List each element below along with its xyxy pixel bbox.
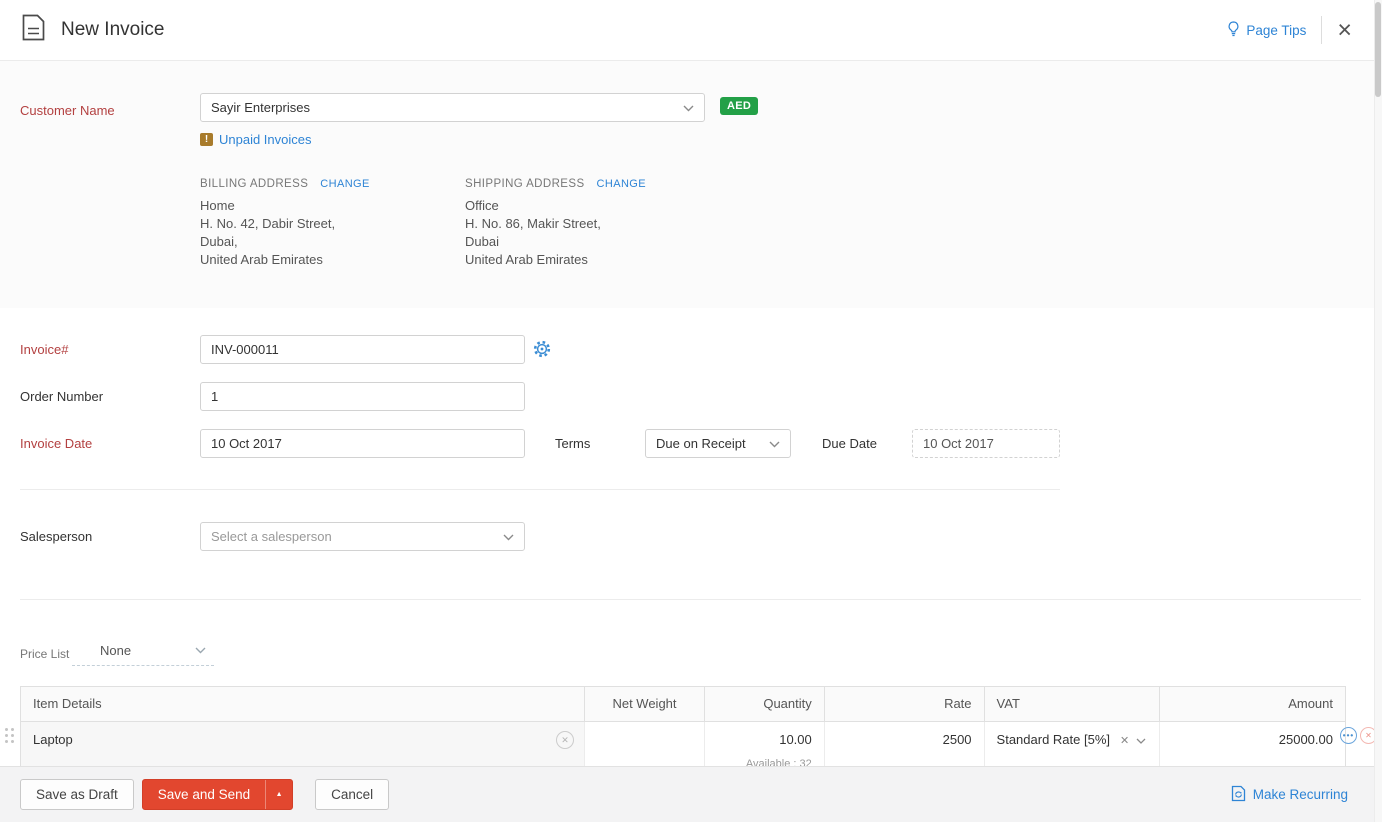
- shipping-address-heading: SHIPPING ADDRESS CHANGE: [465, 178, 646, 190]
- terms-select[interactable]: Due on Receipt: [645, 429, 791, 458]
- rate-cell[interactable]: 2500: [825, 722, 985, 766]
- terms-select-value: Due on Receipt: [656, 436, 769, 451]
- section-divider: [20, 599, 1361, 600]
- new-invoice-page: New Invoice Page Tips × Customer Name Sa…: [0, 0, 1382, 822]
- column-header-rate: Rate: [825, 687, 985, 721]
- shipping-address-block: SHIPPING ADDRESS CHANGE Office H. No. 86,…: [465, 178, 646, 269]
- billing-address-title: BILLING ADDRESS: [200, 178, 308, 190]
- line-items-table: Item Details Net Weight Quantity Rate VA…: [20, 686, 1346, 766]
- page-title: New Invoice: [61, 19, 165, 41]
- chevron-down-icon: [195, 641, 206, 659]
- customer-select[interactable]: Sayir Enterprises: [200, 93, 705, 122]
- table-header-row: Item Details Net Weight Quantity Rate VA…: [20, 686, 1346, 722]
- header-divider: [1321, 16, 1322, 44]
- billing-address-heading: BILLING ADDRESS CHANGE: [200, 178, 370, 190]
- unpaid-invoices-link[interactable]: ! Unpaid Invoices: [200, 132, 312, 147]
- invoice-date-label: Invoice Date: [20, 436, 92, 451]
- price-list-value: None: [100, 643, 131, 658]
- lightbulb-icon: [1227, 21, 1240, 40]
- order-number-input[interactable]: [200, 382, 525, 411]
- column-header-quantity: Quantity: [705, 687, 825, 721]
- item-name: Laptop: [33, 732, 73, 747]
- clear-item-icon[interactable]: ✕: [556, 731, 574, 749]
- order-number-label: Order Number: [20, 389, 103, 404]
- shipping-address-line: H. No. 86, Makir Street,: [465, 215, 646, 233]
- shipping-address-title: SHIPPING ADDRESS: [465, 178, 585, 190]
- billing-address-line: Home: [200, 197, 370, 215]
- vat-value: Standard Rate [5%]: [997, 732, 1110, 747]
- item-details-cell[interactable]: Laptop ✕: [21, 722, 585, 766]
- shipping-change-link[interactable]: CHANGE: [597, 178, 646, 190]
- invoice-number-label: Invoice#: [20, 342, 68, 357]
- chevron-down-icon: [769, 436, 780, 451]
- save-and-send-label: Save and Send: [143, 787, 265, 802]
- currency-badge: AED: [720, 97, 758, 115]
- salesperson-select[interactable]: Select a salesperson: [200, 522, 525, 551]
- page-tips-button[interactable]: Page Tips: [1227, 21, 1306, 40]
- terms-label: Terms: [555, 436, 590, 451]
- column-header-item-details: Item Details: [21, 687, 585, 721]
- clear-vat-icon[interactable]: ✕: [1120, 734, 1129, 747]
- invoice-document-icon: [22, 14, 45, 46]
- shipping-address-line: Dubai: [465, 233, 646, 251]
- vertical-scrollbar[interactable]: [1374, 0, 1382, 822]
- page-header: New Invoice Page Tips ×: [0, 0, 1374, 61]
- invoice-date-input[interactable]: [200, 429, 525, 458]
- warning-icon: !: [200, 133, 213, 146]
- row-drag-handle[interactable]: [5, 728, 14, 743]
- save-options-caret-icon[interactable]: ▲: [265, 780, 292, 809]
- due-date-input[interactable]: [912, 429, 1060, 458]
- unpaid-invoices-label: Unpaid Invoices: [219, 132, 312, 147]
- section-divider: [20, 489, 1060, 490]
- scrollbar-thumb[interactable]: [1375, 2, 1381, 97]
- column-header-vat: VAT: [985, 687, 1161, 721]
- row-actions: ••• ✕: [1340, 727, 1377, 744]
- row-more-options-icon[interactable]: •••: [1340, 727, 1357, 744]
- save-and-send-button[interactable]: Save and Send ▲: [142, 779, 293, 810]
- shipping-address-line: Office: [465, 197, 646, 215]
- billing-address-block: BILLING ADDRESS CHANGE Home H. No. 42, Da…: [200, 178, 370, 269]
- invoice-number-input[interactable]: [200, 335, 525, 364]
- price-list-label: Price List: [20, 647, 69, 661]
- customer-section: Customer Name Sayir Enterprises AED ! Un…: [0, 61, 1374, 308]
- quantity-cell[interactable]: 10.00 Available : 32: [705, 722, 825, 766]
- quantity-value: 10.00: [717, 732, 812, 747]
- close-icon[interactable]: ×: [1337, 18, 1352, 43]
- customer-select-value: Sayir Enterprises: [211, 100, 683, 115]
- column-header-amount: Amount: [1160, 687, 1345, 721]
- customer-name-label: Customer Name: [20, 103, 115, 118]
- salesperson-label: Salesperson: [20, 529, 92, 544]
- vat-cell[interactable]: Standard Rate [5%] ✕: [985, 722, 1161, 766]
- make-recurring-label: Make Recurring: [1253, 787, 1348, 802]
- billing-address-line: H. No. 42, Dabir Street,: [200, 215, 370, 233]
- due-date-label: Due Date: [822, 436, 877, 451]
- make-recurring-link[interactable]: Make Recurring: [1231, 785, 1348, 805]
- invoice-settings-gear-icon[interactable]: [533, 340, 551, 363]
- salesperson-placeholder: Select a salesperson: [211, 529, 503, 544]
- amount-cell: 25000.00: [1160, 722, 1345, 766]
- table-row: Laptop ✕ 10.00 Available : 32 2500 Stand…: [20, 722, 1346, 766]
- recurring-document-icon: [1231, 785, 1246, 805]
- cancel-button[interactable]: Cancel: [315, 779, 389, 810]
- page-tips-label: Page Tips: [1246, 23, 1306, 38]
- save-as-draft-button[interactable]: Save as Draft: [20, 779, 134, 810]
- billing-address-line: Dubai,: [200, 233, 370, 251]
- chevron-down-icon: [503, 529, 514, 544]
- billing-address-line: United Arab Emirates: [200, 251, 370, 269]
- net-weight-cell[interactable]: [585, 722, 705, 766]
- shipping-address-line: United Arab Emirates: [465, 251, 646, 269]
- available-stock-label: Available : 32: [717, 758, 812, 766]
- billing-change-link[interactable]: CHANGE: [320, 178, 369, 190]
- action-footer: Save as Draft Save and Send ▲ Cancel Mak…: [0, 766, 1382, 822]
- chevron-down-icon: [1129, 732, 1146, 747]
- price-list-select[interactable]: None: [72, 641, 214, 666]
- chevron-down-icon: [683, 100, 694, 115]
- column-header-net-weight: Net Weight: [585, 687, 705, 721]
